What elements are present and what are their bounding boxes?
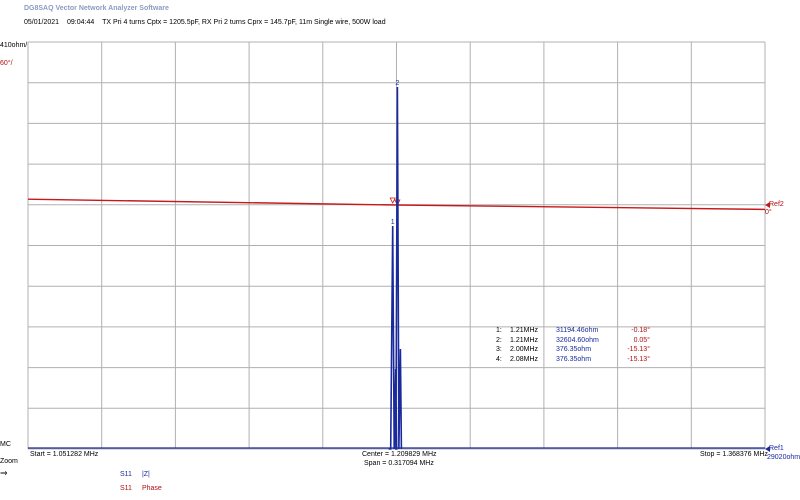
marker-impedance: 376.35ohm [556, 355, 592, 363]
start-frequency: Start = 1.051282 MHz [30, 451, 99, 458]
marker-frequency: 2.00MHz [510, 346, 539, 353]
left-axis-magnitude-scale: 410ohm/ [0, 42, 28, 49]
marker-phase: -15.13° [627, 346, 650, 353]
ref2-value: 0° [765, 209, 772, 216]
legend-measure: |Z| [141, 471, 150, 478]
marker-index: 3: [496, 346, 502, 353]
plot-area[interactable]: 1 2 [0, 0, 800, 500]
marker-row[interactable]: 4: 2.08MHz 376.35ohm -15.13° [496, 355, 650, 365]
zoom-arrow-icon[interactable]: ⇒ [0, 468, 8, 479]
ref1-label: Ref1 [769, 445, 784, 452]
marker-phase: 0.05° [633, 336, 650, 344]
marker-row[interactable]: 3: 2.00MHz 376.35ohm -15.13° [496, 345, 650, 355]
marker-2-tag[interactable]: 2 [395, 80, 399, 87]
center-frequency: Center = 1.209829 MHz [362, 451, 437, 458]
marker-frequency: 1.21MHz [510, 327, 539, 334]
marker-phase: -0.18° [631, 327, 650, 334]
marker-impedance: 376.35ohm [556, 346, 592, 353]
marker-impedance: 31194.46ohm [556, 327, 599, 334]
marker-index: 2: [496, 336, 502, 344]
marker-row[interactable]: 1: 1.21MHz 31194.46ohm -0.18° [496, 326, 650, 336]
marker-frequency: 1.21MHz [510, 336, 539, 344]
legend-trace-name: S11 [120, 471, 132, 478]
magnitude-trace [28, 86, 765, 450]
legend-measure: Phase [141, 485, 162, 492]
ref2-label: Ref2 [769, 201, 784, 208]
phase-marker-glyph[interactable] [389, 197, 396, 204]
marker-index: 4: [496, 355, 502, 363]
legend-trace-name: S11 [120, 485, 132, 492]
stop-frequency: Stop = 1.368376 MHz [700, 451, 768, 458]
marker-row[interactable]: 2: 1.21MHz 32604.60ohm 0.05° [496, 336, 650, 346]
marker-1-tag[interactable]: 1 [391, 219, 395, 226]
mc-label: MC [0, 441, 11, 448]
marker-frequency: 2.08MHz [510, 355, 539, 363]
legend-magnitude[interactable]: S11 |Z| [120, 471, 150, 478]
magnitude-trace-line [388, 86, 403, 450]
marker-impedance: 32604.60ohm [556, 336, 599, 344]
marker-phase: -15.13° [627, 355, 650, 363]
ref1-value: 29020ohm [767, 454, 800, 461]
marker-table: 1: 1.21MHz 31194.46ohm -0.18° 2: 1.21MHz… [496, 326, 650, 364]
legend-phase[interactable]: S11 Phase [120, 485, 162, 492]
zoom-label[interactable]: Zoom [0, 458, 18, 465]
marker-index: 1: [496, 327, 502, 334]
span-frequency: Span = 0.317094 MHz [364, 460, 434, 467]
left-axis-phase-scale: 60°/ [0, 60, 13, 67]
